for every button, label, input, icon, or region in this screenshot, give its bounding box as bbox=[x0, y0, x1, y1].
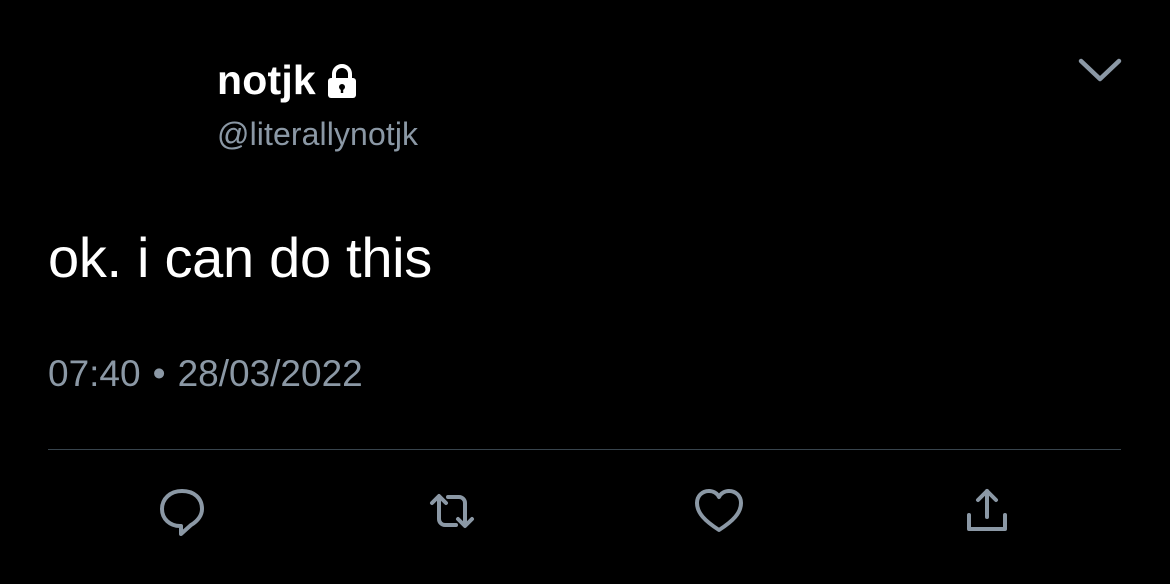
like-button[interactable] bbox=[684, 476, 754, 546]
more-options-button[interactable] bbox=[1068, 46, 1132, 94]
retweet-button[interactable] bbox=[417, 476, 487, 546]
share-icon bbox=[967, 489, 1007, 531]
reply-icon bbox=[160, 489, 204, 536]
action-bar bbox=[0, 476, 1170, 556]
tweet-date: 28/03/2022 bbox=[177, 353, 363, 394]
separator-dot: • bbox=[152, 353, 166, 394]
lock-icon bbox=[322, 62, 362, 102]
tweet-time: 07:40 bbox=[48, 353, 141, 394]
heart-icon bbox=[695, 489, 743, 532]
name-row: notjk bbox=[217, 52, 418, 108]
user-handle[interactable]: @literallynotjk bbox=[217, 116, 418, 153]
tweet-card: notjk @literallynotjk ok. i can do this … bbox=[0, 0, 1170, 584]
reply-button[interactable] bbox=[147, 476, 217, 546]
retweet-icon bbox=[430, 494, 474, 528]
tweet-header: notjk @literallynotjk bbox=[217, 52, 418, 153]
display-name[interactable]: notjk bbox=[217, 57, 316, 104]
tweet-timestamp[interactable]: 07:40 • 28/03/2022 bbox=[48, 350, 363, 398]
chevron-down-icon bbox=[1078, 58, 1122, 82]
divider bbox=[48, 449, 1121, 450]
tweet-text: ok. i can do this bbox=[48, 226, 433, 289]
share-button[interactable] bbox=[952, 476, 1022, 546]
